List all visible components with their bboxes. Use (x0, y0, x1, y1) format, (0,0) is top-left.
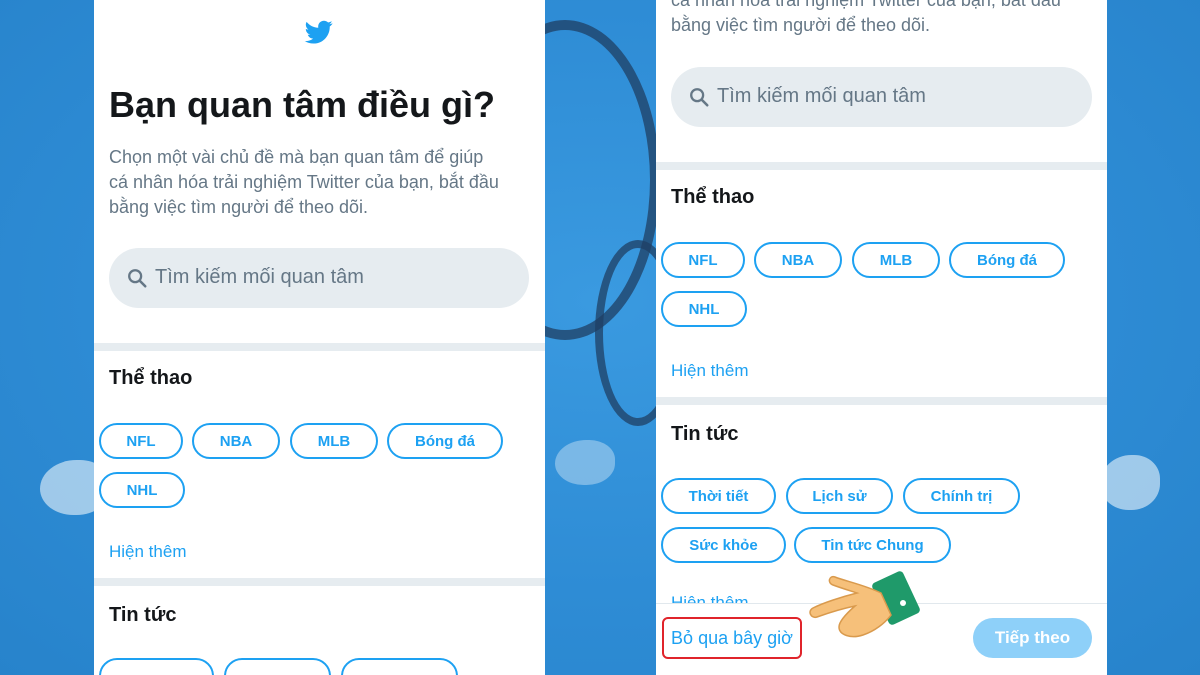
section-title-news: Tin tức (671, 423, 739, 445)
search-input[interactable]: Tìm kiếm mối quan tâm (109, 248, 529, 308)
background-bird-icon (555, 440, 615, 485)
search-input[interactable]: Tìm kiếm mối quan tâm (671, 67, 1092, 127)
skip-button[interactable]: Bỏ qua bây giờ (662, 617, 802, 659)
description-line: bằng việc tìm người để theo dõi. (671, 15, 931, 35)
chip-lich-su[interactable]: Lịch sử (786, 478, 893, 514)
twitter-bird-icon (304, 20, 333, 44)
divider (656, 397, 1107, 405)
description: Chọn một vài chủ đề mà bạn quan tâm để g… (109, 145, 499, 220)
show-more-link[interactable]: Hiện thêm (109, 542, 186, 562)
chip-bong-da[interactable]: Bóng đá (387, 423, 503, 459)
show-more-link[interactable]: Hiện thêm (671, 361, 748, 381)
chip-suc-khoe[interactable]: Sức khỏe (661, 527, 786, 563)
left-screen: Bạn quan tâm điều gì? Chọn một vài chủ đ… (94, 0, 545, 675)
chip-nba[interactable]: NBA (754, 242, 842, 278)
chip-partial[interactable] (99, 658, 214, 675)
chip-thoi-tiet[interactable]: Thời tiết (661, 478, 776, 514)
section-title-sports: Thể thao (671, 186, 755, 208)
description-line: Chọn một vài chủ đề mà bạn quan tâm để g… (109, 147, 484, 167)
divider (94, 343, 545, 351)
divider (94, 578, 545, 586)
page-title: Bạn quan tâm điều gì? (109, 84, 496, 125)
search-icon (690, 88, 709, 107)
chip-tin-tuc-chung[interactable]: Tin tức Chung (794, 527, 951, 563)
show-more-link-partial[interactable]: Hiện thêm (671, 593, 748, 603)
description-line: cá nhân hóa trải nghiệm Twitter của bạn,… (671, 0, 1061, 10)
section-title-sports: Thể thao (109, 367, 193, 389)
chip-chinh-tri[interactable]: Chính trị (903, 478, 1020, 514)
search-placeholder: Tìm kiếm mối quan tâm (717, 85, 926, 107)
next-button[interactable]: Tiếp theo (973, 618, 1092, 658)
search-icon (128, 269, 147, 288)
search-placeholder: Tìm kiếm mối quan tâm (155, 266, 364, 288)
chip-nba[interactable]: NBA (192, 423, 280, 459)
chip-mlb[interactable]: MLB (290, 423, 378, 459)
chip-nhl[interactable]: NHL (661, 291, 747, 327)
chip-bong-da[interactable]: Bóng đá (949, 242, 1065, 278)
description-line: bằng việc tìm người để theo dõi. (109, 197, 369, 217)
section-title-news: Tin tức (109, 604, 177, 626)
divider (656, 162, 1107, 170)
chip-mlb[interactable]: MLB (852, 242, 940, 278)
description-line: cá nhân hóa trải nghiệm Twitter của bạn,… (109, 172, 499, 192)
chip-partial[interactable] (341, 658, 458, 675)
background-bird-icon (1100, 455, 1160, 510)
chip-nfl[interactable]: NFL (99, 423, 183, 459)
chip-partial[interactable] (224, 658, 331, 675)
description: cá nhân hóa trải nghiệm Twitter của bạn,… (671, 0, 1061, 38)
chip-nfl[interactable]: NFL (661, 242, 745, 278)
chip-nhl[interactable]: NHL (99, 472, 185, 508)
pointing-hand-icon (809, 571, 920, 638)
